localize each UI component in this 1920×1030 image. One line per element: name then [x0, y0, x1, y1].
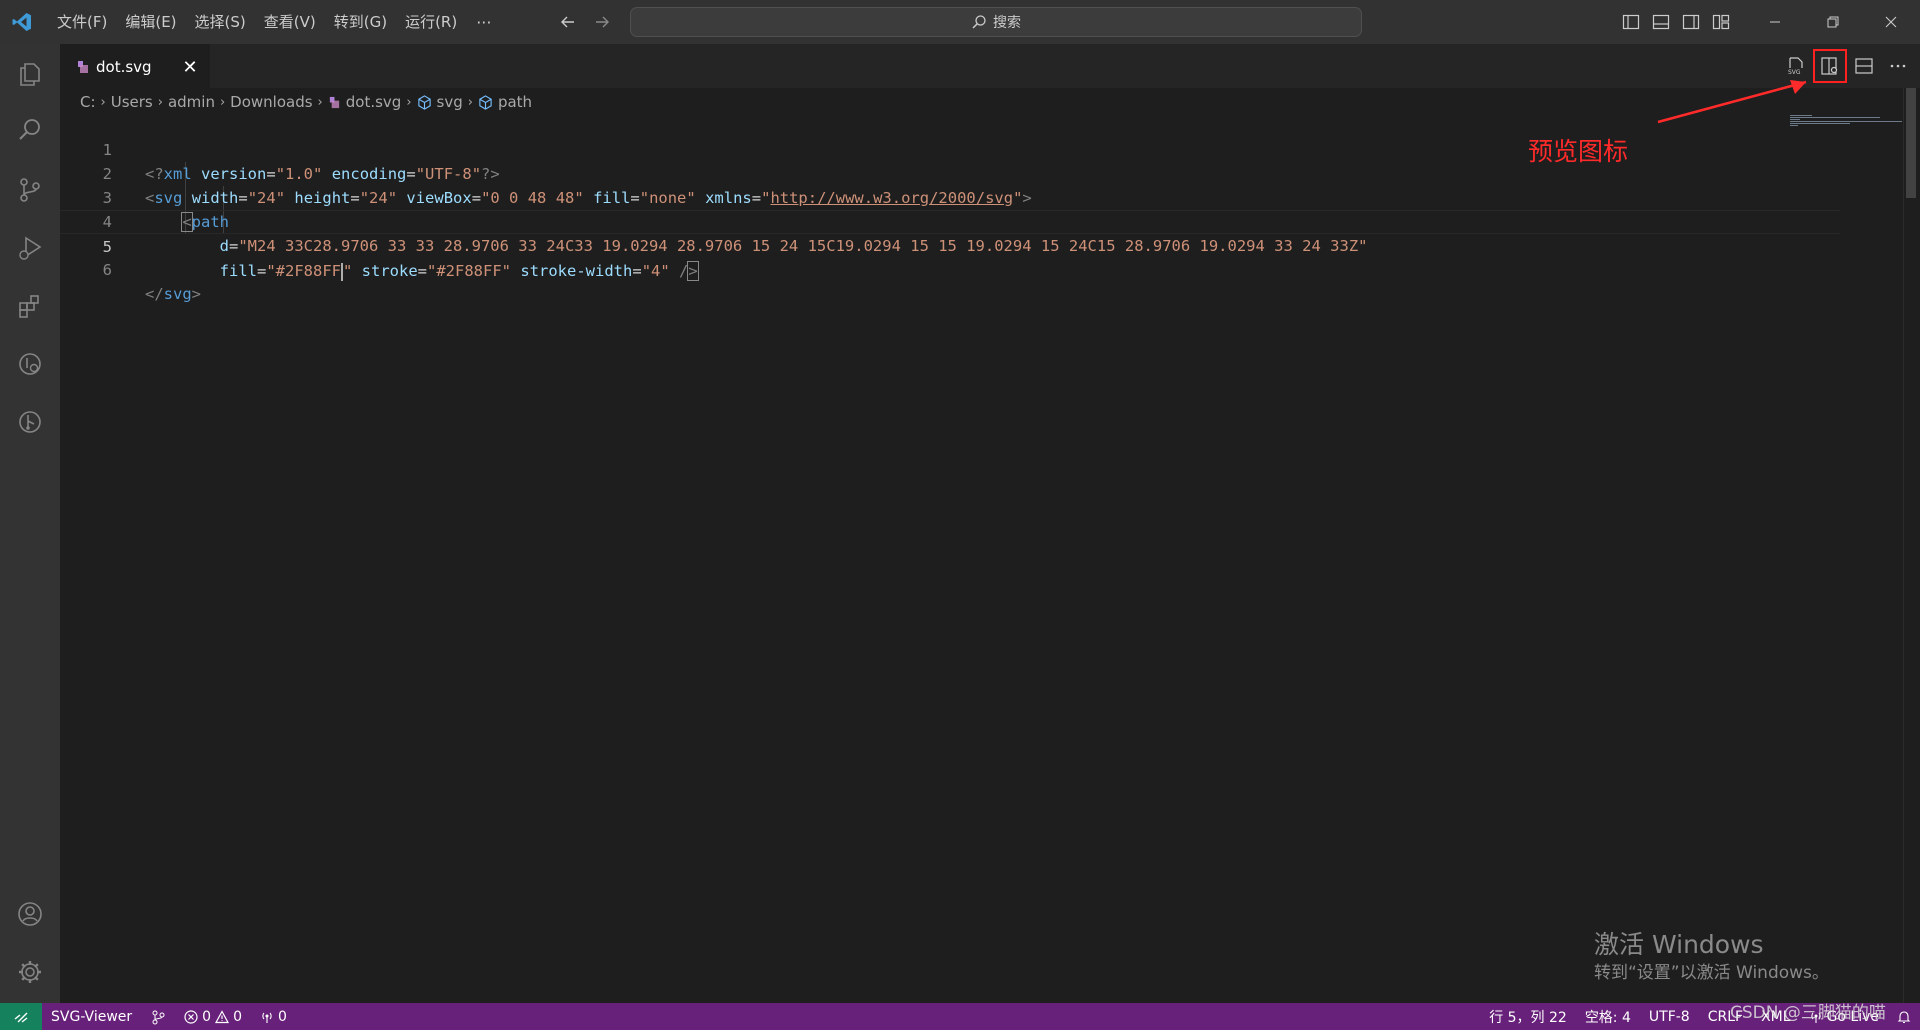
chevron-right-icon: ›	[157, 94, 163, 110]
accounts-icon[interactable]	[0, 886, 60, 942]
toggle-panel-icon[interactable]	[1650, 11, 1672, 33]
code-line: 6 </svg>	[60, 234, 1840, 303]
activation-watermark-title: 激活 Windows	[1594, 930, 1764, 959]
svg-viewer-status[interactable]: SVG-Viewer	[42, 1003, 141, 1030]
source-control-icon[interactable]	[0, 162, 60, 218]
breadcrumb-svg[interactable]: svg	[437, 93, 463, 111]
chevron-right-icon: ›	[406, 94, 412, 110]
extensions-icon[interactable]	[0, 278, 60, 334]
symbol-element-icon	[417, 94, 431, 110]
menu-edit[interactable]: 编辑(E)	[116, 7, 185, 37]
line-content: </svg>	[145, 285, 202, 303]
menu-file[interactable]: 文件(F)	[48, 7, 116, 37]
tab-dot-svg[interactable]: dot.svg ✕	[60, 44, 210, 88]
svg-file-icon	[329, 96, 339, 108]
settings-gear-icon[interactable]	[0, 944, 60, 1000]
line-number: 6	[102, 261, 112, 279]
close-window-icon[interactable]	[1862, 0, 1920, 44]
menu-view[interactable]: 查看(V)	[255, 7, 325, 37]
breadcrumb-admin[interactable]: admin	[168, 93, 215, 111]
indentation-status[interactable]: 空格: 4	[1576, 1003, 1640, 1030]
toggle-primary-sidebar-icon[interactable]	[1620, 11, 1642, 33]
go-back-icon[interactable]	[556, 10, 580, 34]
activity-bar	[0, 44, 60, 1003]
remote-explorer-icon[interactable]	[0, 336, 60, 392]
search-sidebar-icon[interactable]	[0, 102, 60, 158]
encoding-status[interactable]: UTF-8	[1640, 1003, 1699, 1030]
title-bar: 文件(F) 编辑(E) 选择(S) 查看(V) 转到(G) 运行(R) ··· …	[0, 0, 1920, 44]
open-preview-to-side-icon[interactable]	[1813, 49, 1847, 83]
breadcrumb: C: › Users › admin › Downloads › dot.svg…	[80, 91, 532, 113]
annotation-arrow	[1657, 80, 1807, 124]
warning-icon	[215, 1009, 230, 1023]
activation-watermark-subtitle: 转到“设置”以激活 Windows。	[1594, 963, 1829, 983]
chevron-right-icon: ›	[317, 94, 323, 110]
annotation-label: 预览图标	[1528, 137, 1629, 166]
error-count: 0	[202, 1008, 212, 1025]
go-forward-icon[interactable]	[590, 10, 614, 34]
scrollbar-thumb[interactable]	[1906, 88, 1916, 198]
remote-indicator-icon[interactable]	[0, 1003, 42, 1030]
close-tab-icon[interactable]: ✕	[180, 57, 200, 78]
command-center-search[interactable]: 搜索	[630, 7, 1362, 37]
vertical-scrollbar[interactable]	[1903, 88, 1917, 1003]
window-controls	[1746, 0, 1920, 44]
git-status-icon[interactable]	[141, 1003, 175, 1030]
ports-status[interactable]: 0	[251, 1003, 296, 1030]
problems-status[interactable]: 0 0	[175, 1003, 251, 1030]
explorer-icon[interactable]	[0, 46, 60, 102]
search-icon	[972, 15, 986, 29]
code-line: 4 d="M24 33C28.9706 33 33 28.9706 33 24C…	[60, 186, 1840, 255]
toggle-secondary-sidebar-icon[interactable]	[1680, 11, 1702, 33]
run-and-debug-icon[interactable]	[0, 220, 60, 276]
ports-count: 0	[277, 1008, 287, 1025]
code-line-current: 5 fill="#2F88FF " stroke="#2F88FF" stroke…	[60, 210, 1840, 281]
symbol-element-icon	[479, 94, 492, 110]
breadcrumb-drive[interactable]: C:	[80, 93, 96, 111]
breadcrumb-users[interactable]: Users	[111, 93, 153, 111]
customize-layout-icon[interactable]	[1710, 11, 1732, 33]
tab-label: dot.svg	[96, 57, 152, 76]
svg-file-icon	[78, 60, 88, 73]
restore-icon[interactable]	[1804, 0, 1862, 44]
editor-tab-bar: dot.svg ✕ SVG	[60, 44, 1920, 88]
menu-bar: 文件(F) 编辑(E) 选择(S) 查看(V) 转到(G) 运行(R) ···	[48, 0, 501, 44]
search-label: 搜索	[993, 15, 1021, 31]
menu-run[interactable]: 运行(R)	[396, 7, 466, 37]
menu-more-button[interactable]: ···	[466, 13, 501, 32]
git-graph-icon[interactable]	[0, 394, 60, 450]
status-bar: SVG-Viewer 0 0 0 行 5，列 22 空格: 4 UTF-8 CR…	[0, 1003, 1920, 1030]
warning-count: 0	[233, 1008, 242, 1025]
menu-selection[interactable]: 选择(S)	[186, 7, 255, 37]
line-content: fill="#2F88FF " stroke="#2F88FF" stroke-w…	[219, 261, 699, 281]
minimize-icon[interactable]	[1746, 0, 1804, 44]
breadcrumb-file[interactable]: dot.svg	[346, 93, 402, 111]
cursor-position[interactable]: 行 5，列 22	[1480, 1003, 1576, 1030]
vscode-logo-icon	[0, 0, 44, 44]
navigation-arrows	[556, 0, 614, 44]
split-editor-icon[interactable]	[1852, 54, 1876, 78]
breadcrumb-downloads[interactable]: Downloads	[230, 93, 312, 111]
error-icon	[184, 1009, 198, 1024]
broadcast-icon	[262, 1012, 272, 1023]
notifications-bell-icon[interactable]	[1888, 1003, 1920, 1030]
more-actions-icon[interactable]	[1886, 54, 1910, 78]
code-editor[interactable]: 1 <?xml version="1.0" encoding="UTF-8"?>…	[60, 114, 1903, 1003]
csdn-watermark: CSDN @三脚猫的喵	[1730, 1003, 1886, 1023]
layout-controls	[1620, 0, 1732, 44]
chevron-right-icon: ›	[100, 94, 106, 110]
menu-go[interactable]: 转到(G)	[325, 7, 396, 37]
breadcrumb-path[interactable]: path	[498, 93, 532, 111]
chevron-right-icon: ›	[219, 94, 226, 110]
chevron-right-icon: ›	[467, 94, 473, 110]
